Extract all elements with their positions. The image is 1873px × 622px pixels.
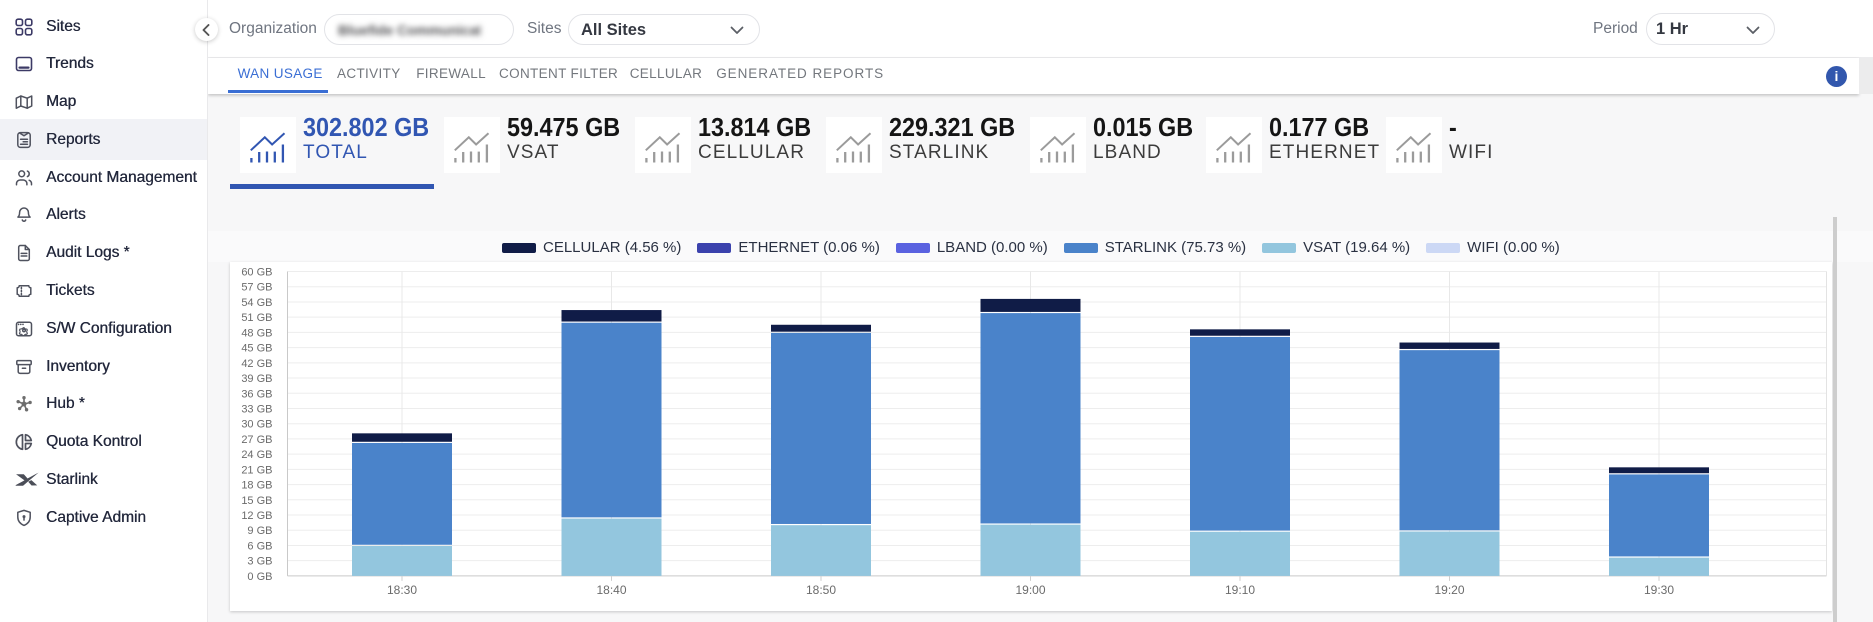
svg-text:39 GB: 39 GB xyxy=(241,373,272,385)
svg-text:18:30: 18:30 xyxy=(387,583,417,597)
svg-text:12 GB: 12 GB xyxy=(241,510,272,522)
svg-text:19:00: 19:00 xyxy=(1015,583,1045,597)
svg-text:6 GB: 6 GB xyxy=(247,540,272,552)
svg-text:30 GB: 30 GB xyxy=(241,418,272,430)
svg-text:19:10: 19:10 xyxy=(1225,583,1255,597)
svg-text:48 GB: 48 GB xyxy=(241,327,272,339)
svg-text:60 GB: 60 GB xyxy=(241,266,272,278)
svg-text:19:30: 19:30 xyxy=(1644,583,1674,597)
svg-text:24 GB: 24 GB xyxy=(241,449,272,461)
svg-text:36 GB: 36 GB xyxy=(241,388,272,400)
svg-text:54 GB: 54 GB xyxy=(241,296,272,308)
svg-text:42 GB: 42 GB xyxy=(241,357,272,369)
svg-text:0 GB: 0 GB xyxy=(247,570,272,582)
svg-text:3 GB: 3 GB xyxy=(247,555,272,567)
svg-text:57 GB: 57 GB xyxy=(241,281,272,293)
svg-text:51 GB: 51 GB xyxy=(241,312,272,324)
svg-text:15 GB: 15 GB xyxy=(241,494,272,506)
svg-text:18:40: 18:40 xyxy=(596,583,626,597)
svg-text:45 GB: 45 GB xyxy=(241,342,272,354)
svg-text:9 GB: 9 GB xyxy=(247,525,272,537)
svg-text:21 GB: 21 GB xyxy=(241,464,272,476)
svg-text:19:20: 19:20 xyxy=(1434,583,1464,597)
svg-text:18 GB: 18 GB xyxy=(241,479,272,491)
svg-text:18:50: 18:50 xyxy=(806,583,836,597)
svg-text:27 GB: 27 GB xyxy=(241,433,272,445)
svg-text:33 GB: 33 GB xyxy=(241,403,272,415)
